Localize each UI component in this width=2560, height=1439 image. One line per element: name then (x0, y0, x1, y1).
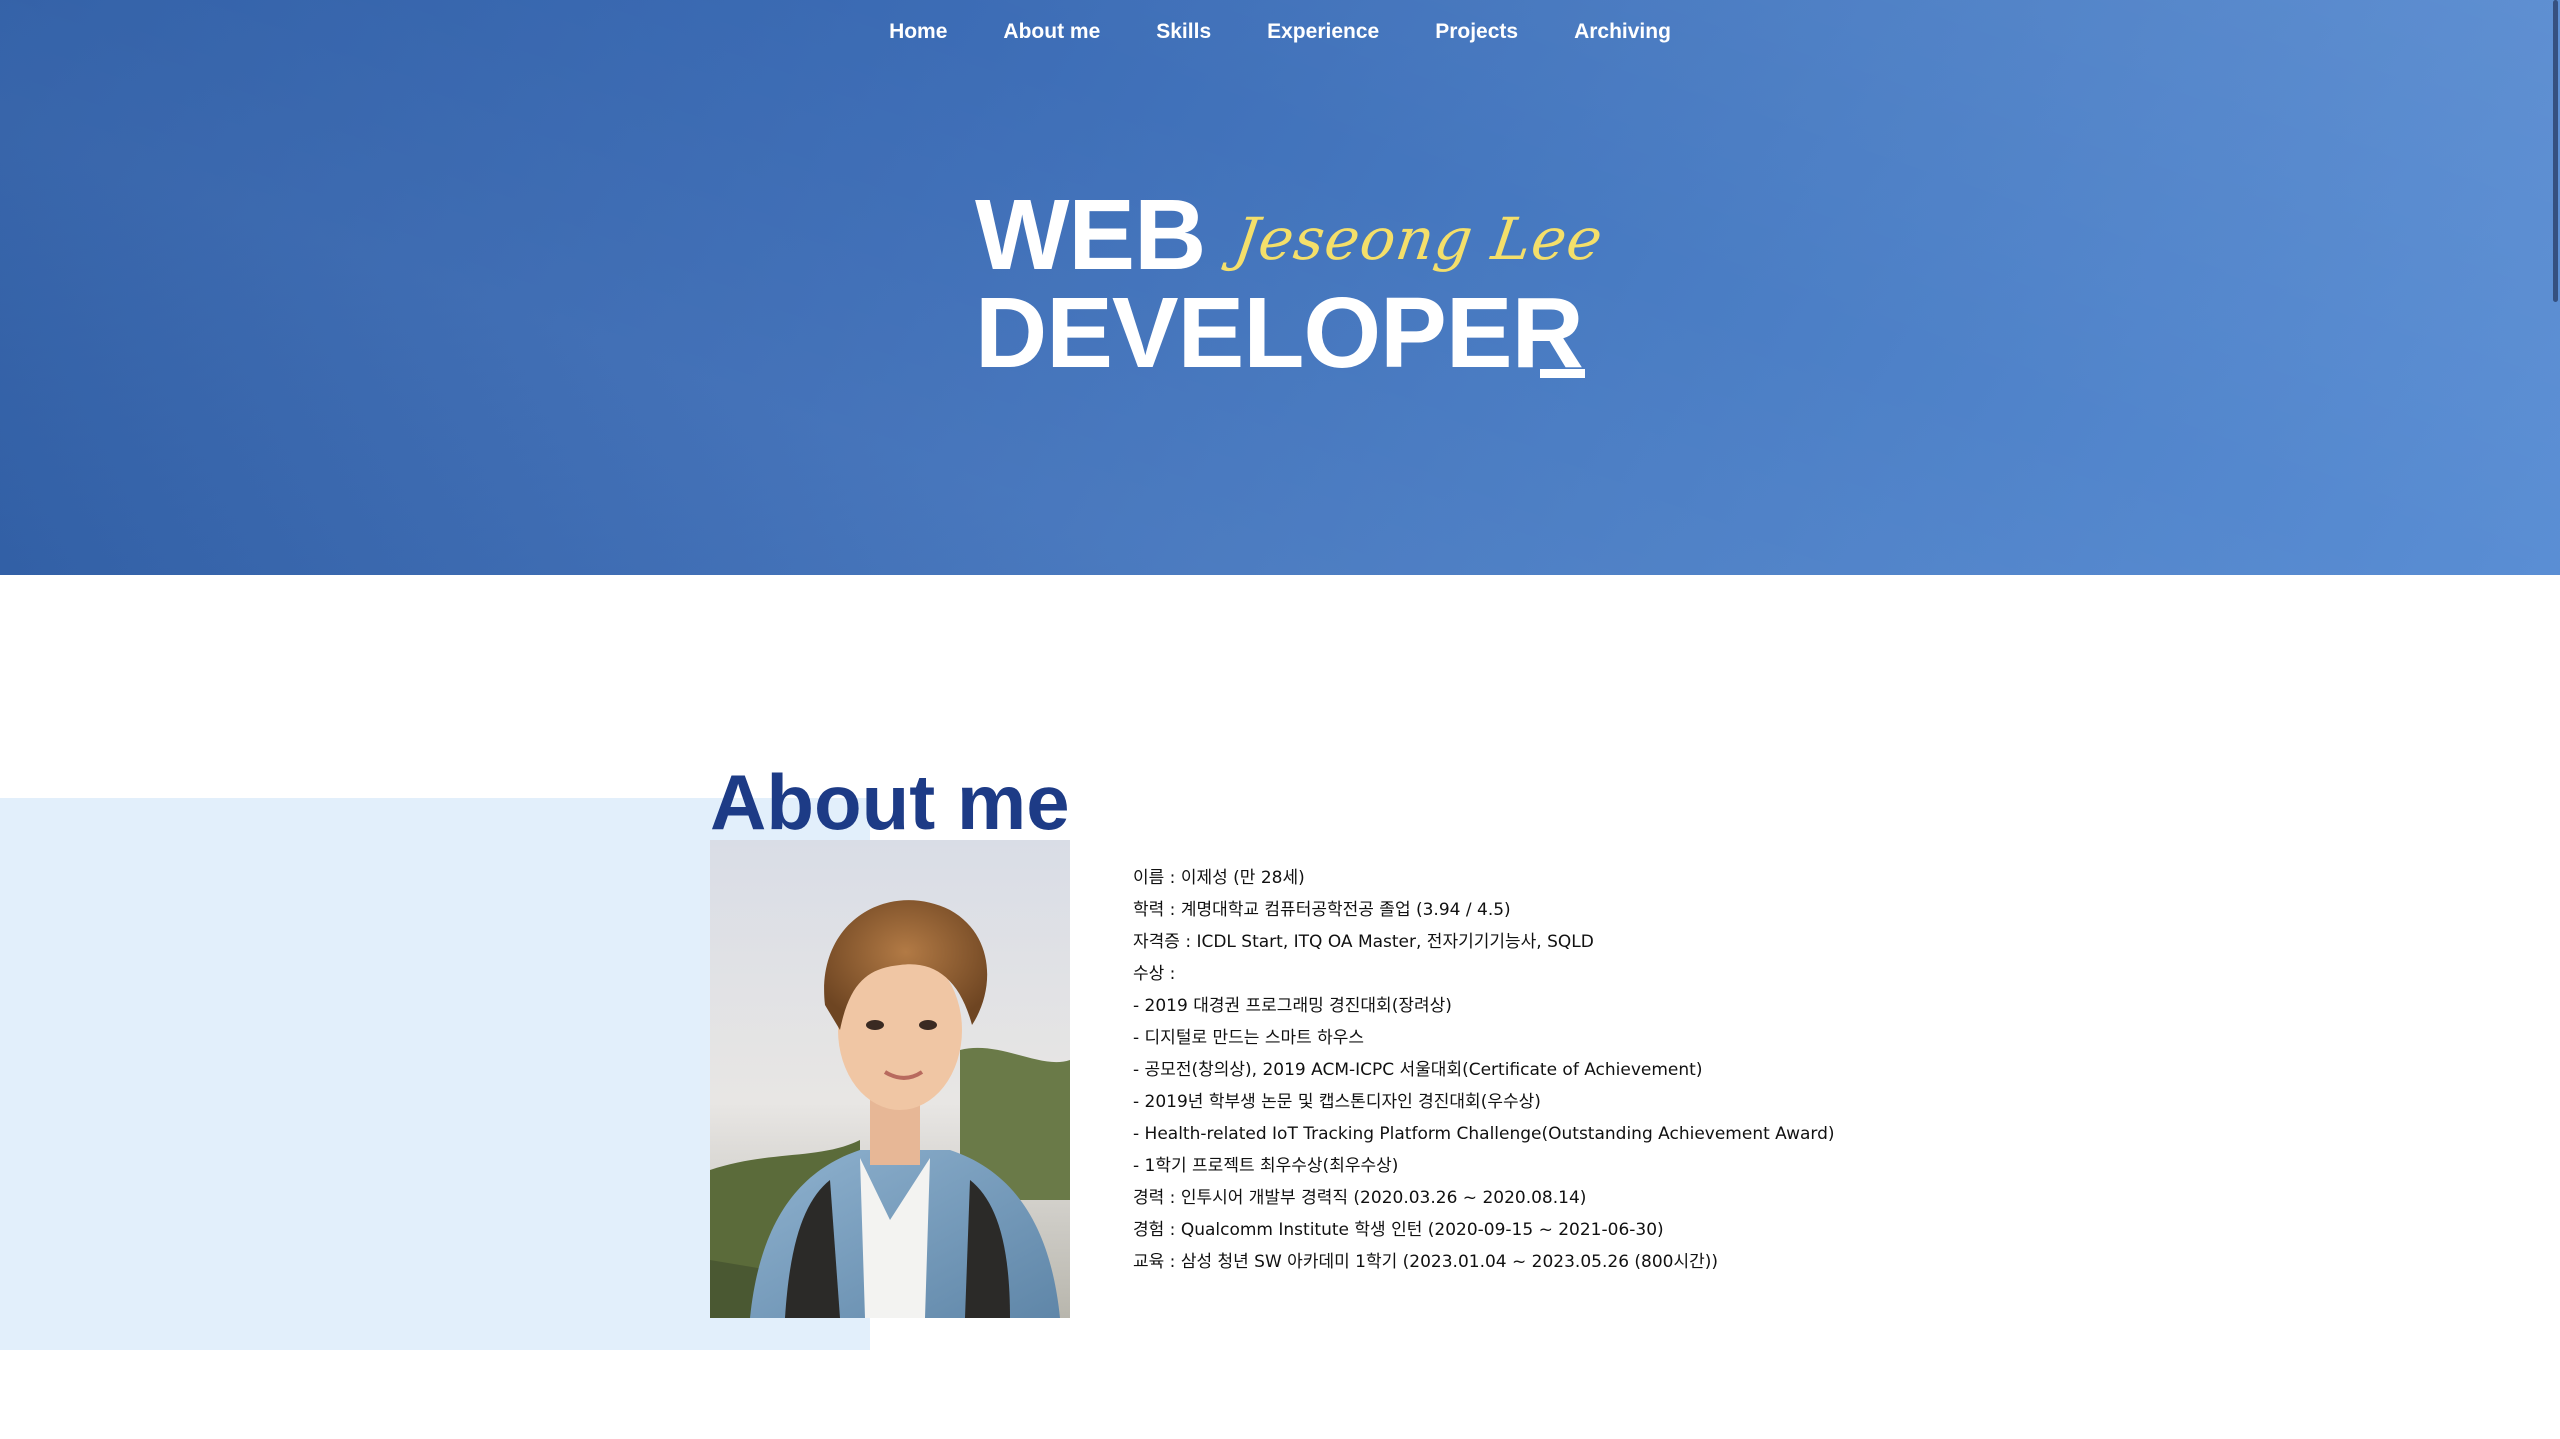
info-award-item: - 디지털로 만드는 스마트 하우스 (1133, 1028, 1365, 1048)
info-awards-label: 수상 : (1133, 964, 1176, 984)
nav-archiving[interactable]: Archiving (1546, 16, 1699, 48)
nav-home[interactable]: Home (861, 16, 975, 48)
typing-cursor (1540, 369, 1585, 378)
info-career: 경력 : 인투시어 개발부 경력직 (2020.03.26 ~ 2020.08.… (1133, 1188, 1587, 1208)
info-education: 학력 : 계명대학교 컴퓨터공학전공 졸업 (3.94 / 4.5) (1133, 900, 1511, 920)
info-award-item: - Health-related IoT Tracking Platform C… (1133, 1124, 1835, 1144)
about-heading: About me (710, 758, 1070, 846)
top-nav: Home About me Skills Experience Projects… (0, 14, 2560, 50)
nav-projects[interactable]: Projects (1407, 16, 1546, 48)
about-info: 이름 : 이제성 (만 28세) 학력 : 계명대학교 컴퓨터공학전공 졸업 (… (1133, 862, 1835, 1278)
info-award-item: - 2019 대경권 프로그래밍 경진대회(장려상) (1133, 996, 1452, 1016)
info-certificates: 자격증 : ICDL Start, ITQ OA Master, 전자기기기능사… (1133, 932, 1594, 952)
profile-photo (710, 840, 1070, 1318)
page-scrollbar[interactable] (2552, 0, 2560, 1439)
info-award-item: - 공모전(창의상), 2019 ACM-ICPC 서울대회(Certifica… (1133, 1060, 1703, 1080)
info-name: 이름 : 이제성 (만 28세) (1133, 868, 1305, 888)
info-award-item: - 1학기 프로젝트 최우수상(최우수상) (1133, 1156, 1399, 1176)
nav-skills[interactable]: Skills (1128, 16, 1239, 48)
info-award-item: - 2019년 학부생 논문 및 캡스톤디자인 경진대회(우수상) (1133, 1092, 1541, 1112)
nav-experience[interactable]: Experience (1239, 16, 1407, 48)
info-training: 교육 : 삼성 청년 SW 아카데미 1학기 (2023.01.04 ~ 202… (1133, 1252, 1719, 1272)
signature-name: Jeseong Lee (1230, 205, 1608, 273)
scrollbar-thumb[interactable] (2553, 0, 2558, 302)
info-experience: 경험 : Qualcomm Institute 학생 인턴 (2020-09-1… (1133, 1220, 1664, 1240)
hero-title-line2: DEVELOPER (975, 277, 1584, 389)
nav-about-me[interactable]: About me (975, 16, 1128, 48)
hero-banner: Home About me Skills Experience Projects… (0, 0, 2560, 575)
